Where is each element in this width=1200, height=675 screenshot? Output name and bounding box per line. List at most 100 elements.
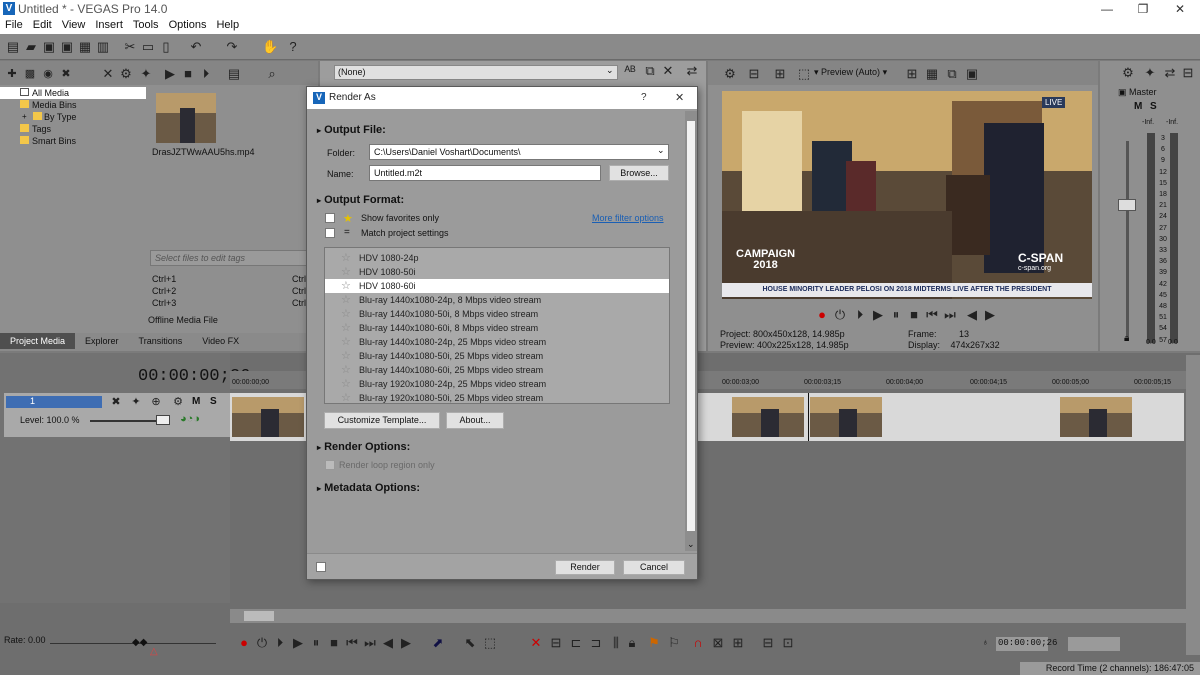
ext-monitor-icon[interactable]: ⊞ <box>772 66 788 82</box>
split-screen-icon[interactable]: ⊟ <box>746 66 762 82</box>
normal-edit-tool-icon[interactable]: ⬈ <box>430 635 446 651</box>
fx-preset-dropdown[interactable]: (None) <box>334 65 618 80</box>
snapping-icon[interactable]: ∩ <box>690 635 706 651</box>
scrollbar-thumb[interactable] <box>244 611 274 621</box>
template-item[interactable]: ☆ Blu-ray 1440x1080-50i, 25 Mbps video st… <box>325 349 669 363</box>
media-thumbnail[interactable] <box>156 93 216 143</box>
track-motion-icon[interactable]: ✖ <box>108 394 124 410</box>
maximize-button[interactable]: ❐ <box>1123 0 1163 18</box>
chevron-down-icon[interactable]: ⌄ <box>606 65 614 76</box>
star-outline-icon[interactable]: ☆ <box>341 293 351 307</box>
template-item[interactable]: ☆ HDV 1080-50i <box>325 265 669 279</box>
tree-by-type[interactable]: + By Type <box>0 111 146 123</box>
save-icon[interactable]: ▣ <box>41 39 57 55</box>
trim-start-icon[interactable]: ⊏ <box>568 635 584 651</box>
preview-quality-dropdown[interactable]: ▾ Preview (Auto) ▾ <box>814 67 887 78</box>
open-icon[interactable]: ▰ <box>23 39 39 55</box>
star-outline-icon[interactable]: ☆ <box>341 363 351 377</box>
stop-icon[interactable]: ■ <box>906 307 922 323</box>
horizontal-scrollbar[interactable] <box>230 609 1186 623</box>
tab-explorer[interactable]: Explorer <box>75 333 129 349</box>
cancel-button[interactable]: Cancel <box>623 560 685 575</box>
browse-button[interactable]: Browse... <box>609 165 669 181</box>
render-options-section[interactable]: ▸ Render Options: <box>317 441 410 453</box>
play-icon[interactable]: ▶ <box>290 635 306 651</box>
menu-help[interactable]: Help <box>211 18 244 31</box>
fx-chain-icon[interactable]: ⧉ <box>642 63 658 79</box>
properties-gear-icon[interactable]: ⚙ <box>118 66 134 82</box>
next-frame-icon[interactable]: ⏭ <box>942 307 958 323</box>
star-outline-icon[interactable]: ☆ <box>341 307 351 321</box>
get-media-icon[interactable]: ◉ <box>40 66 56 82</box>
menu-view[interactable]: View <box>57 18 91 31</box>
grid-icon[interactable]: ▦ <box>924 66 940 82</box>
master-solo[interactable]: S <box>1150 101 1157 112</box>
vertical-scrollbar[interactable] <box>1186 355 1200 655</box>
video-event-thumb[interactable] <box>810 397 882 437</box>
output-file-section[interactable]: ▸ Output File: <box>317 124 386 136</box>
auto-crossfade-icon[interactable]: ⊠ <box>710 635 726 651</box>
copy-snapshot-icon[interactable]: ⧉ <box>944 66 960 82</box>
menu-tools[interactable]: Tools <box>128 18 164 31</box>
remove-fx-icon[interactable]: ✕ <box>660 63 676 79</box>
rate-slider-thumb[interactable]: ◆◆ <box>132 637 147 648</box>
go-end-icon[interactable]: ⏭ <box>362 635 378 651</box>
level-slider-thumb[interactable] <box>156 415 170 425</box>
views-icon[interactable]: ▤ <box>226 66 242 82</box>
overlays-icon[interactable]: ⊞ <box>904 66 920 82</box>
gear-icon[interactable]: ⚙ <box>722 66 738 82</box>
folder-dropdown[interactable]: C:\Users\Daniel Voshart\Documents\ <box>369 144 669 160</box>
tree-media-bins[interactable]: Media Bins <box>0 99 146 111</box>
template-item[interactable]: ☆ Blu-ray 1440x1080-60i, 8 Mbps video str… <box>325 321 669 335</box>
lock-icon[interactable]: 🔒︎ <box>624 635 640 651</box>
prev-frame-icon[interactable]: ⏮ <box>924 307 940 323</box>
envelope-tool-icon[interactable]: ⬉ <box>462 635 478 651</box>
loop-icon[interactable]: ⏻ <box>832 307 848 323</box>
loop-icon[interactable]: ⏻ <box>254 635 270 651</box>
menu-insert[interactable]: Insert <box>90 18 128 31</box>
star-outline-icon[interactable]: ☆ <box>341 377 351 391</box>
abc-icon[interactable]: ᴬᴮ <box>622 63 638 79</box>
delete-icon[interactable]: ✕ <box>100 66 116 82</box>
template-item[interactable]: ☆ Blu-ray 1920x1080-24p, 25 Mbps video st… <box>325 377 669 391</box>
master-gear-icon[interactable]: ⚙ <box>1120 65 1136 81</box>
marker-icon[interactable]: ⚑ <box>646 635 662 651</box>
video-event-thumb[interactable] <box>1060 397 1132 437</box>
template-item[interactable]: ☆ Blu-ray 1440x1080-50i, 8 Mbps video str… <box>325 307 669 321</box>
cut-icon[interactable]: ✂ <box>122 39 138 55</box>
solo-button[interactable]: S <box>210 396 217 407</box>
master-mute[interactable]: M <box>1134 101 1142 112</box>
stop-icon[interactable]: ■ <box>326 635 342 651</box>
video-event-thumb[interactable] <box>232 397 304 437</box>
selection-length-display[interactable] <box>1068 637 1120 651</box>
template-item[interactable]: ☆ Blu-ray 1440x1080-60i, 25 Mbps video st… <box>325 363 669 377</box>
region-icon[interactable]: ⚐ <box>666 635 682 651</box>
star-outline-icon[interactable]: ☆ <box>341 321 351 335</box>
split-icon[interactable]: ⫼ <box>608 635 624 651</box>
filename-input[interactable]: Untitled.m2t <box>369 165 601 181</box>
copy-icon[interactable]: ▭ <box>140 39 156 55</box>
bypass-icon[interactable]: ⇄ <box>684 63 700 79</box>
cursor-position-display[interactable]: 00:00:00;26 <box>996 637 1057 651</box>
render-template-list[interactable]: ☆ HDV 1080-24p ☆ HDV 1080-50i ☆ HDV 1080-60… <box>324 247 670 404</box>
play-from-start-icon[interactable]: ⏵ <box>272 635 288 651</box>
frame-icon[interactable]: ⬚ <box>796 66 812 82</box>
paste-icon[interactable]: ▯ <box>158 39 174 55</box>
step-back-icon[interactable]: ◀ <box>964 307 980 323</box>
properties-icon[interactable]: ▥ <box>95 39 111 55</box>
dim-icon[interactable]: ⊟ <box>1180 65 1196 81</box>
go-start-icon[interactable]: ⏮ <box>344 635 360 651</box>
template-item[interactable]: ☆ HDV 1080-24p <box>325 251 669 265</box>
tree-smart-bins[interactable]: Smart Bins <box>0 135 146 147</box>
compositing-mode-icon[interactable]: ◕◔◑ <box>180 413 200 425</box>
play-icon[interactable]: ▶ <box>162 66 178 82</box>
dialog-help-button[interactable]: ? <box>641 92 647 103</box>
tab-project-media[interactable]: Project Media <box>0 333 76 349</box>
tab-transitions[interactable]: Transitions <box>129 333 193 349</box>
render-icon[interactable]: ▦ <box>77 39 93 55</box>
pause-icon[interactable]: ⏸ <box>308 635 324 651</box>
menu-options[interactable]: Options <box>164 18 212 31</box>
render-loop-checkbox[interactable] <box>325 460 335 470</box>
record-icon[interactable]: ● <box>236 635 252 651</box>
scroll-down-icon[interactable]: ⌄ <box>687 539 695 550</box>
